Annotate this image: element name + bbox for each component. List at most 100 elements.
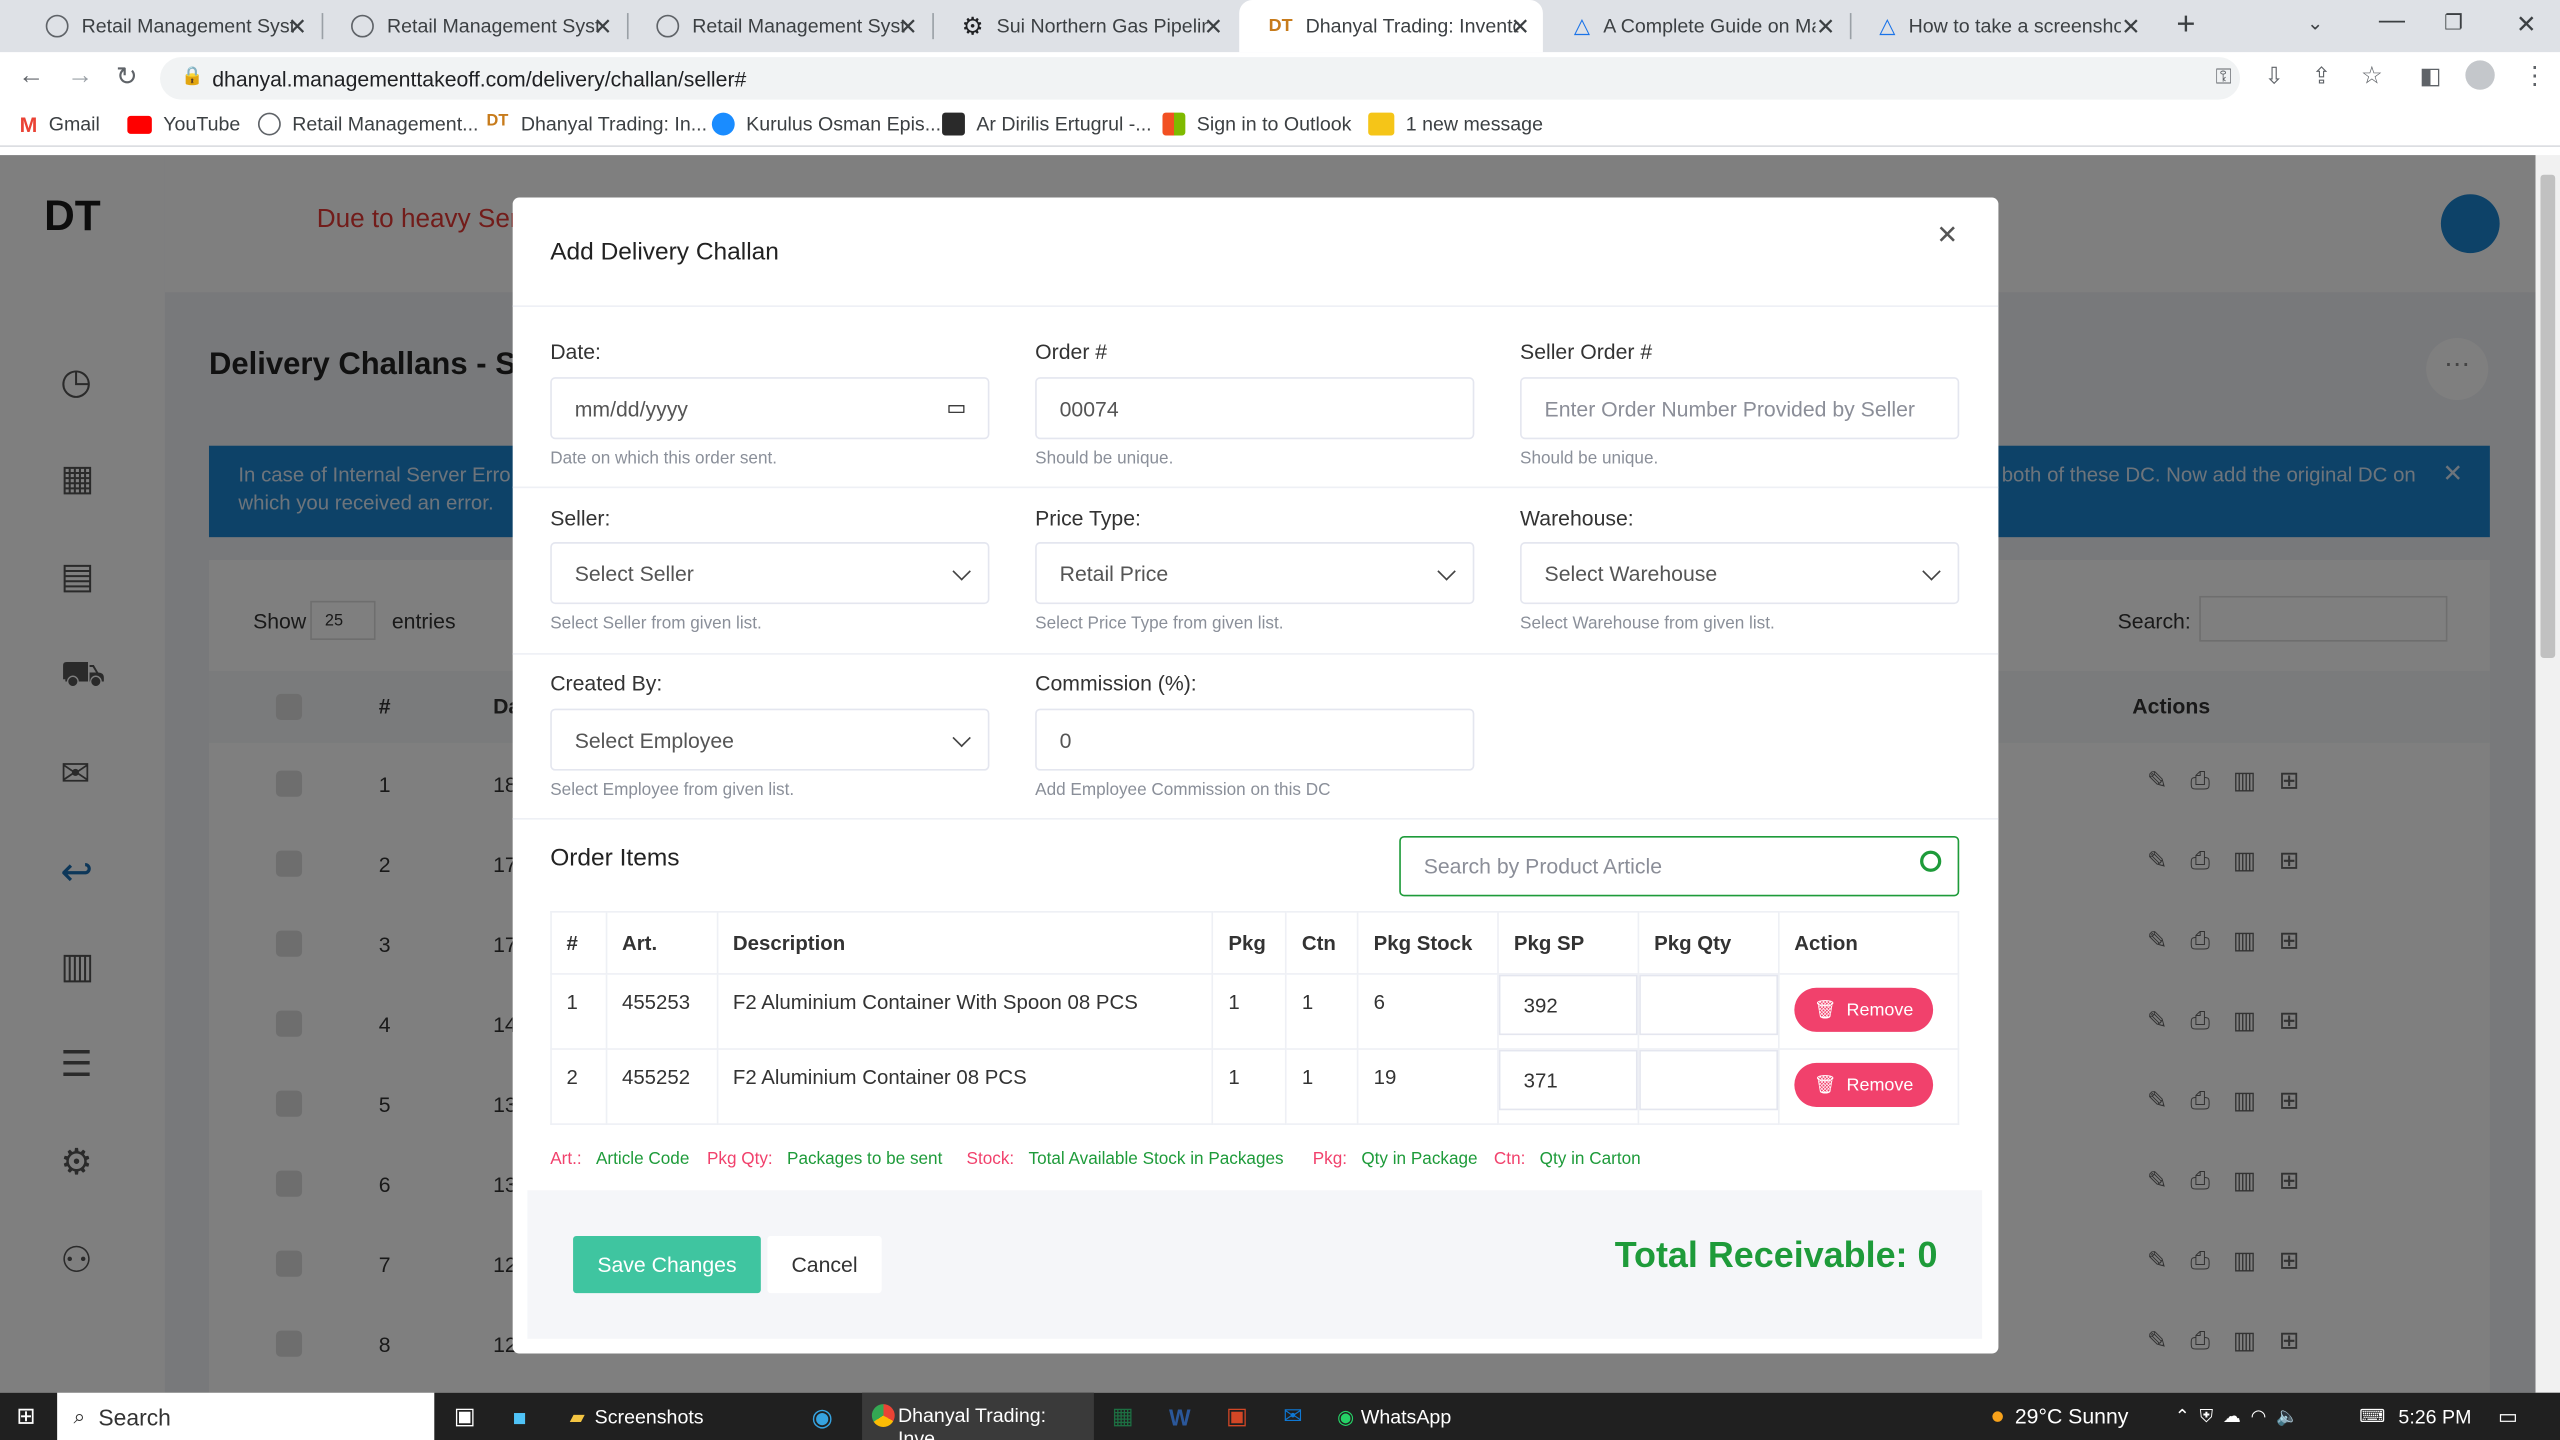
bookmark-youtube[interactable]: YouTube: [127, 113, 240, 136]
install-icon[interactable]: ⇩: [2265, 62, 2284, 90]
warehouse-select[interactable]: Select Warehouse: [1520, 542, 1960, 605]
bookmark-retail[interactable]: Retail Management...: [257, 112, 478, 136]
legend-pkg: Pkg: Qty in Package: [1312, 1149, 1478, 1170]
side-panel-icon[interactable]: ◧: [2420, 62, 2442, 90]
close-tab-icon[interactable]: ✕: [898, 13, 917, 41]
restore-icon[interactable]: ❐: [2444, 10, 2463, 36]
commission-input[interactable]: 0: [1035, 708, 1475, 771]
bookmarks-bar: M Gmail YouTube Retail Management... DT Dh…: [0, 104, 2560, 147]
bookmark-message[interactable]: 1 new message: [1368, 112, 1543, 136]
weather-widget[interactable]: ● 29°C Sunny: [1990, 1393, 2128, 1440]
triangle-logo-icon: △: [1573, 13, 1591, 38]
bookmark-dhanyal[interactable]: DT Dhanyal Trading: In...: [487, 113, 708, 136]
scrollbar-thumb[interactable]: [2540, 174, 2556, 658]
table-header-row: # Art. Description Pkg Ctn Pkg Stock Pkg…: [550, 911, 1960, 975]
taskbar-search[interactable]: ⌕ Search: [57, 1392, 435, 1440]
date-input[interactable]: mm/dd/yyyy ▭: [550, 377, 990, 440]
column-header: #: [550, 911, 608, 975]
menu-kebab-icon[interactable]: ⋮: [2523, 60, 2547, 90]
column-header: Ctn: [1285, 911, 1359, 975]
windows-start-icon[interactable]: ⊞: [16, 1393, 35, 1440]
product-search-input[interactable]: Search by Product Article: [1399, 835, 1960, 897]
bookmark-outlook[interactable]: Sign in to Outlook: [1162, 112, 1351, 136]
browser-tab[interactable]: Retail Management System ✕: [322, 0, 626, 52]
bookmark-star-icon[interactable]: ☆: [2361, 60, 2383, 90]
created-by-label: Created By:: [550, 671, 663, 696]
reload-icon[interactable]: ↻: [116, 60, 138, 93]
tab-search-chevron-icon[interactable]: ⌄: [2307, 11, 2323, 34]
browser-tab[interactable]: △ How to take a screenshot ✕: [1850, 0, 2154, 52]
url-field[interactable]: 🔒 dhanyal.managementtakeoff.com/delivery…: [160, 57, 2241, 100]
pkg-qty-input[interactable]: [1639, 974, 1778, 1036]
minimize-icon[interactable]: —: [2379, 7, 2405, 36]
back-icon[interactable]: ←: [18, 62, 44, 91]
taskbar-clock[interactable]: 5:26 PM: [2398, 1393, 2471, 1440]
lock-icon: 🔒: [181, 66, 204, 87]
taskbar-screenshots[interactable]: ▰ Screenshots: [570, 1393, 704, 1440]
close-tab-icon[interactable]: ✕: [2121, 13, 2140, 41]
legend-ctn: Ctn: Qty in Carton: [1493, 1149, 1641, 1170]
seller-order-label: Seller Order #: [1520, 339, 1653, 365]
excel-icon[interactable]: ▦: [1112, 1393, 1134, 1440]
mail-app-icon[interactable]: ✉: [1283, 1393, 1302, 1440]
ar-icon: [942, 112, 965, 136]
globe-icon: [257, 112, 281, 136]
remove-button[interactable]: 🗑 Remove: [1794, 987, 1933, 1032]
order-number-label: Order #: [1035, 339, 1108, 365]
pkg-qty-input[interactable]: [1639, 1049, 1778, 1111]
system-tray-icons[interactable]: ⌃⛨☁◠🔈: [2175, 1393, 2308, 1440]
bookmark-kurulus[interactable]: Kurulus Osman Epis...: [711, 112, 941, 136]
key-icon[interactable]: ⚿: [2216, 64, 2232, 90]
forward-icon[interactable]: →: [67, 62, 93, 91]
calendar-icon[interactable]: ▭: [946, 395, 966, 421]
close-tab-icon[interactable]: ✕: [1204, 13, 1223, 41]
new-tab-icon[interactable]: +: [2176, 7, 2195, 45]
search-icon[interactable]: [1920, 850, 1942, 872]
taskbar-whatsapp[interactable]: ◉ WhatsApp: [1337, 1393, 1451, 1440]
pkg-sp-input[interactable]: 371: [1499, 1049, 1638, 1111]
created-by-select[interactable]: Select Employee: [550, 708, 990, 771]
close-tab-icon[interactable]: ✕: [288, 13, 307, 41]
close-tab-icon[interactable]: ✕: [1816, 13, 1835, 41]
bookmark-gmail[interactable]: M Gmail: [19, 112, 100, 138]
browser-tab-active[interactable]: DT Dhanyal Trading: Inventory ✕: [1239, 0, 1543, 53]
seller-select[interactable]: Select Seller: [550, 542, 990, 605]
powerpoint-icon[interactable]: ▣: [1226, 1393, 1248, 1440]
browser-tab[interactable]: ⚙ Sui Northern Gas Pipelines ✕: [932, 0, 1236, 52]
chrome-icon: [871, 1404, 895, 1427]
notifications-icon[interactable]: ▭: [2498, 1393, 2518, 1440]
browser-tab[interactable]: Retail Management System ✕: [16, 0, 320, 52]
close-tab-icon[interactable]: ✕: [1511, 13, 1530, 41]
word-icon[interactable]: W: [1169, 1393, 1191, 1440]
share-icon[interactable]: ⇪: [2312, 62, 2331, 90]
remove-button[interactable]: 🗑 Remove: [1794, 1062, 1933, 1107]
date-label: Date:: [550, 339, 601, 365]
price-type-select[interactable]: Retail Price: [1035, 542, 1475, 605]
store-icon[interactable]: ■: [513, 1393, 527, 1440]
close-window-icon[interactable]: ✕: [2516, 10, 2537, 39]
edge-icon[interactable]: ◉: [811, 1393, 832, 1440]
close-modal-icon[interactable]: ✕: [1936, 219, 1958, 252]
cancel-button[interactable]: Cancel: [767, 1235, 882, 1294]
save-changes-button[interactable]: Save Changes: [573, 1235, 761, 1294]
browser-tab[interactable]: Retail Management System ✕: [627, 0, 931, 52]
legend-stock: Stock: Total Available Stock in Packages: [966, 1149, 1284, 1170]
gear-icon: ⚙: [961, 13, 984, 41]
bookmark-ertugrul[interactable]: Ar Dirilis Ertugrul -...: [942, 112, 1152, 136]
profile-avatar-icon[interactable]: [2465, 60, 2495, 90]
legend-pkg-qty: Pkg Qty: Packages to be sent: [706, 1149, 943, 1170]
gmail-icon: M: [19, 112, 38, 138]
pkg-sp-input[interactable]: 392: [1499, 974, 1638, 1036]
taskbar-chrome-active[interactable]: Dhanyal Trading: Inve...: [862, 1392, 1094, 1440]
close-tab-icon[interactable]: ✕: [593, 13, 612, 41]
column-header: Art.: [605, 911, 719, 975]
page-scrollbar[interactable]: [2535, 155, 2560, 1393]
seller-order-input[interactable]: Enter Order Number Provided by Seller: [1520, 377, 1960, 440]
order-number-input[interactable]: 00074: [1035, 377, 1475, 440]
browser-tab[interactable]: △ A Complete Guide on Making ✕: [1545, 0, 1849, 52]
windows-taskbar: ⊞ ⌕ Search ▣ ■ ▰ Screenshots ◉ Dhanyal Tr…: [0, 1392, 2560, 1440]
warehouse-label: Warehouse:: [1520, 506, 1634, 531]
task-view-icon[interactable]: ▣: [454, 1393, 476, 1440]
keyboard-icon[interactable]: ⌨: [2359, 1393, 2385, 1440]
commission-label: Commission (%):: [1035, 671, 1197, 696]
